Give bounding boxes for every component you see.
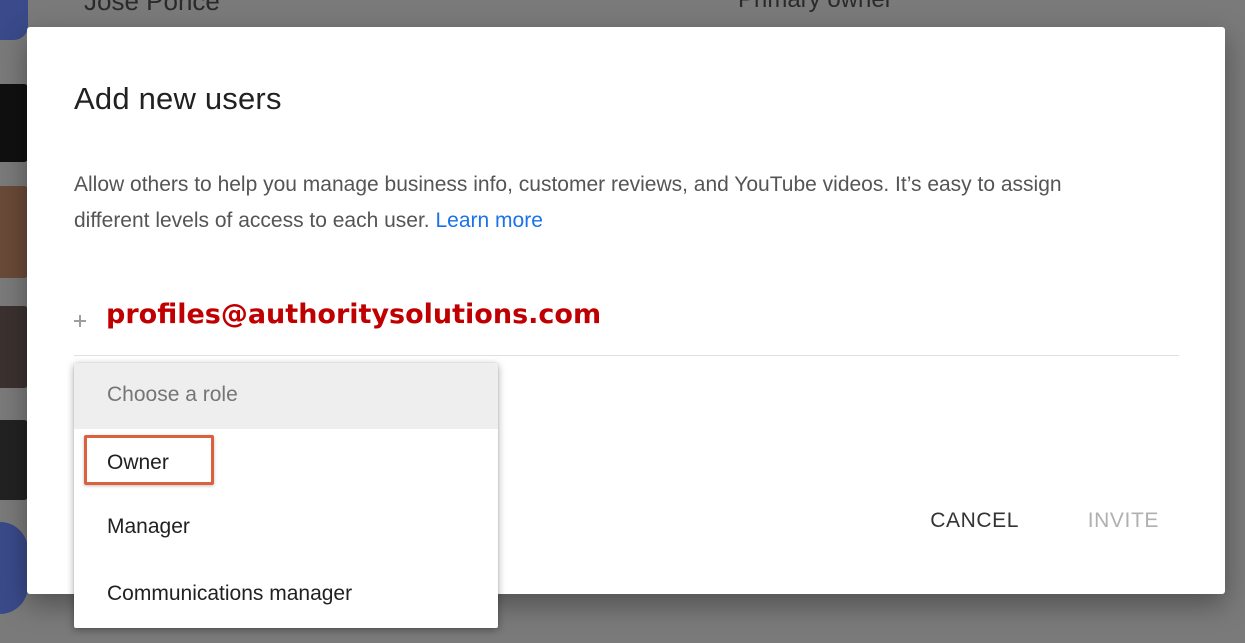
role-option-owner[interactable]: Owner <box>74 433 498 493</box>
invite-button[interactable]: INVITE <box>1088 509 1159 533</box>
role-dropdown-menu: Choose a role Owner Manager Communicatio… <box>74 363 498 628</box>
role-menu-placeholder[interactable]: Choose a role <box>74 363 498 429</box>
avatar <box>0 186 28 278</box>
role-option-label: Owner <box>107 451 169 474</box>
role-option-label: Manager <box>107 515 190 538</box>
email-entry-row[interactable]: profiles@authoritysolutions.com <box>74 293 1179 356</box>
avatar <box>0 0 28 40</box>
learn-more-link[interactable]: Learn more <box>436 209 543 232</box>
user-role: Primary owner <box>738 0 893 14</box>
email-input-value[interactable]: profiles@authoritysolutions.com <box>106 299 601 330</box>
avatar <box>0 84 28 162</box>
description-text: Allow others to help you manage business… <box>74 173 1062 232</box>
role-option-label: Communications manager <box>107 582 353 605</box>
user-name: Jose Ponce <box>84 0 220 16</box>
plus-icon <box>74 315 86 327</box>
cancel-button[interactable]: CANCEL <box>930 509 1019 533</box>
avatar <box>0 420 28 500</box>
avatar <box>0 522 28 614</box>
avatar <box>0 306 28 388</box>
dialog-title: Add new users <box>74 81 282 116</box>
role-option-communications-manager[interactable]: Communications manager <box>74 564 498 624</box>
role-placeholder-text: Choose a role <box>107 383 238 406</box>
user-row: Jose Ponce Primary owner <box>84 0 1184 26</box>
role-option-manager[interactable]: Manager <box>74 497 498 557</box>
dialog-description: Allow others to help you manage business… <box>74 167 1134 239</box>
